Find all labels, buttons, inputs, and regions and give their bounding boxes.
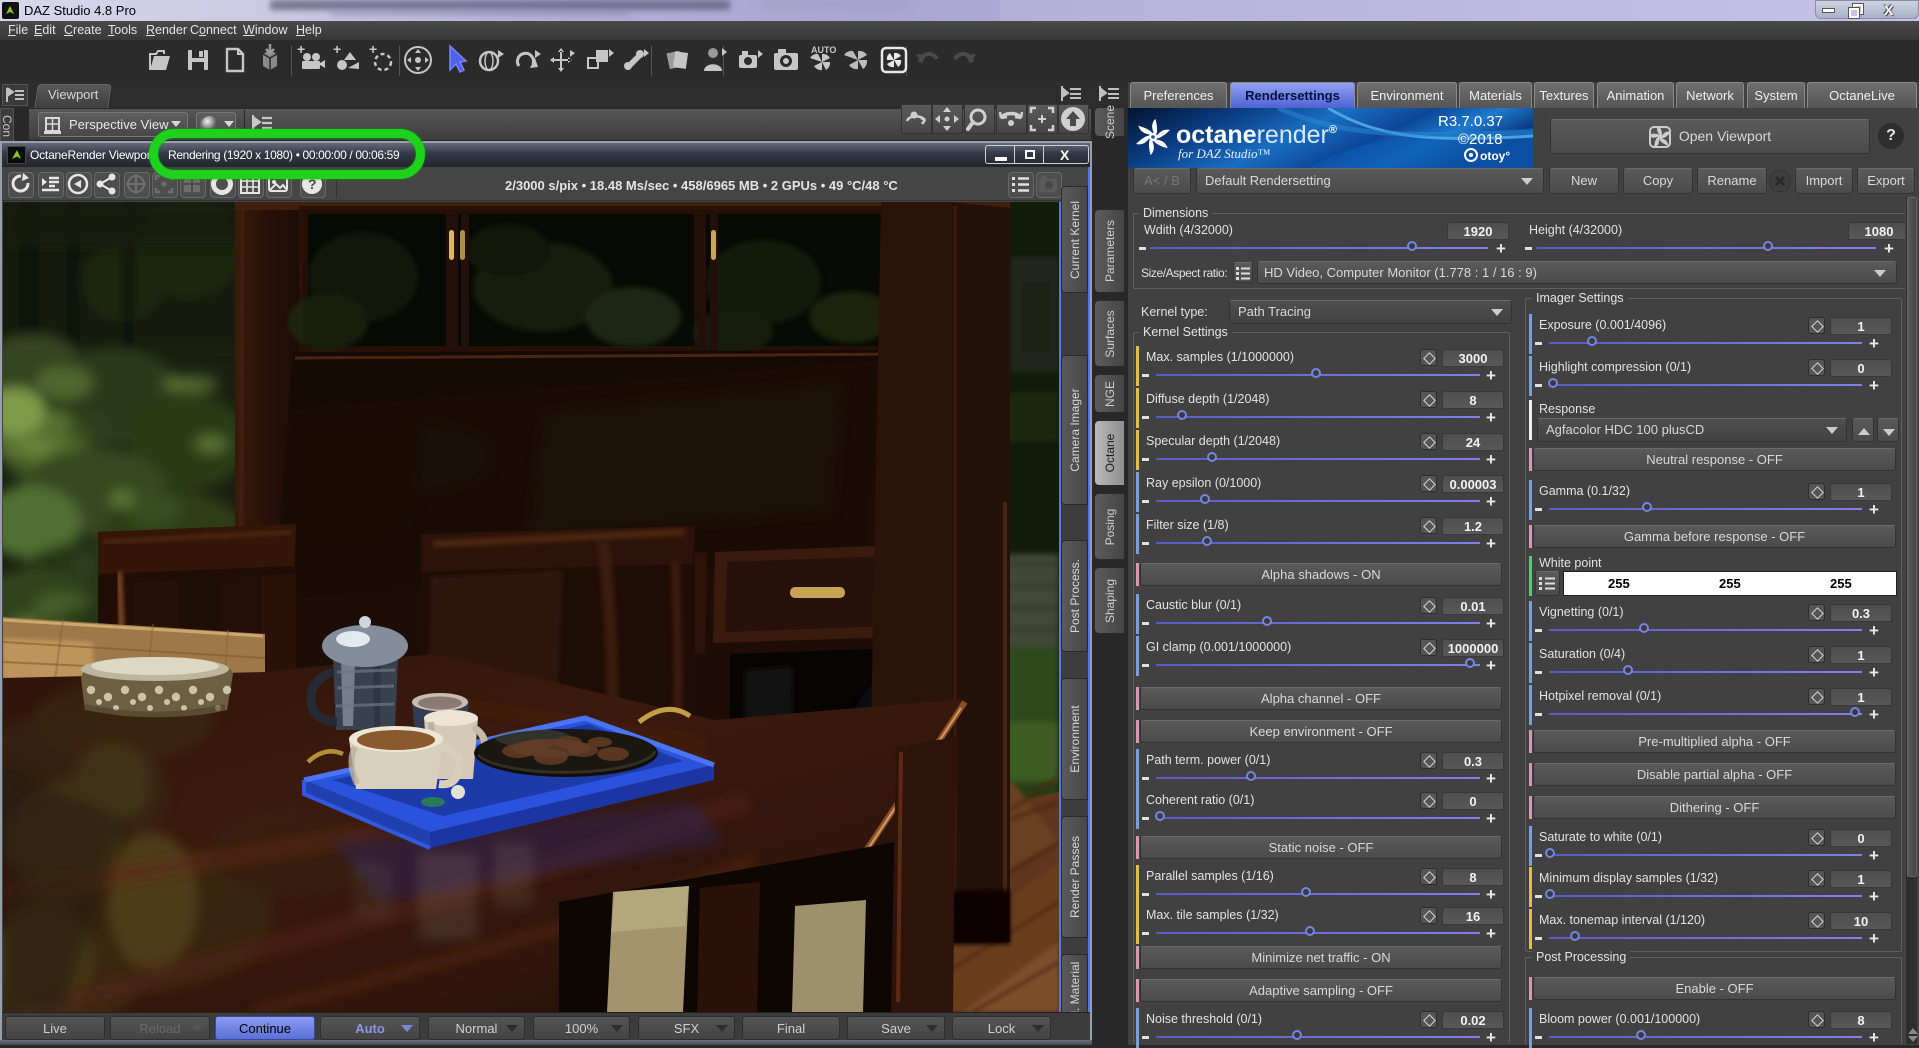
svg-text:©2018: ©2018 <box>1458 131 1502 148</box>
svg-text:otoy°: otoy° <box>1480 149 1510 163</box>
svg-text:octanerender®: octanerender® <box>1176 121 1337 149</box>
svg-text:+: + <box>369 41 377 57</box>
svg-text:+: + <box>333 41 341 57</box>
svg-text:for DAZ Studio™: for DAZ Studio™ <box>1178 146 1270 161</box>
svg-text:R3.7.0.37: R3.7.0.37 <box>1438 113 1503 130</box>
svg-text:AUTO: AUTO <box>811 45 836 55</box>
